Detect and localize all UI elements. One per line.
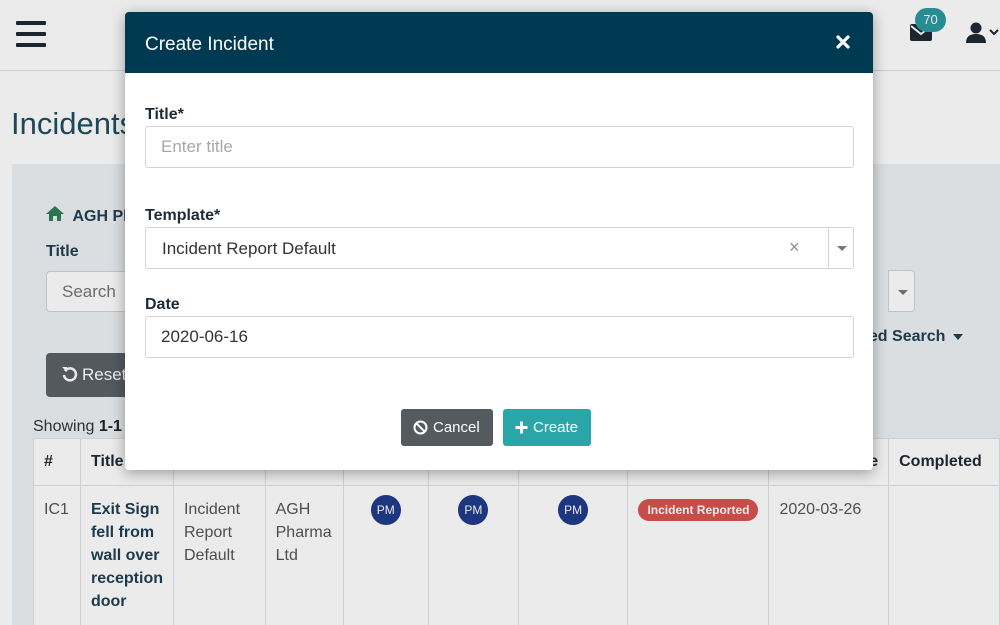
create-button[interactable]: Create — [503, 409, 591, 446]
date-input[interactable] — [145, 316, 854, 358]
ban-icon — [413, 420, 428, 435]
close-button[interactable] — [829, 28, 857, 56]
create-incident-modal: Create Incident Title* Template* Inciden… — [125, 12, 873, 470]
chevron-down-icon[interactable] — [829, 228, 854, 268]
template-selected-value: Incident Report Default — [162, 239, 336, 258]
modal-header: Create Incident — [125, 12, 873, 73]
template-field-label: Template* — [145, 207, 221, 224]
cancel-label: Cancel — [433, 419, 480, 436]
title-input[interactable] — [145, 126, 854, 168]
plus-icon — [515, 421, 528, 434]
template-select[interactable]: Incident Report Default × — [145, 227, 854, 269]
create-label: Create — [533, 419, 579, 436]
cancel-button[interactable]: Cancel — [401, 409, 493, 446]
title-field-label: Title* — [145, 106, 184, 123]
modal-title: Create Incident — [145, 34, 274, 55]
clear-icon[interactable]: × — [789, 237, 800, 258]
date-field-label: Date — [145, 296, 180, 313]
close-icon — [836, 35, 850, 49]
